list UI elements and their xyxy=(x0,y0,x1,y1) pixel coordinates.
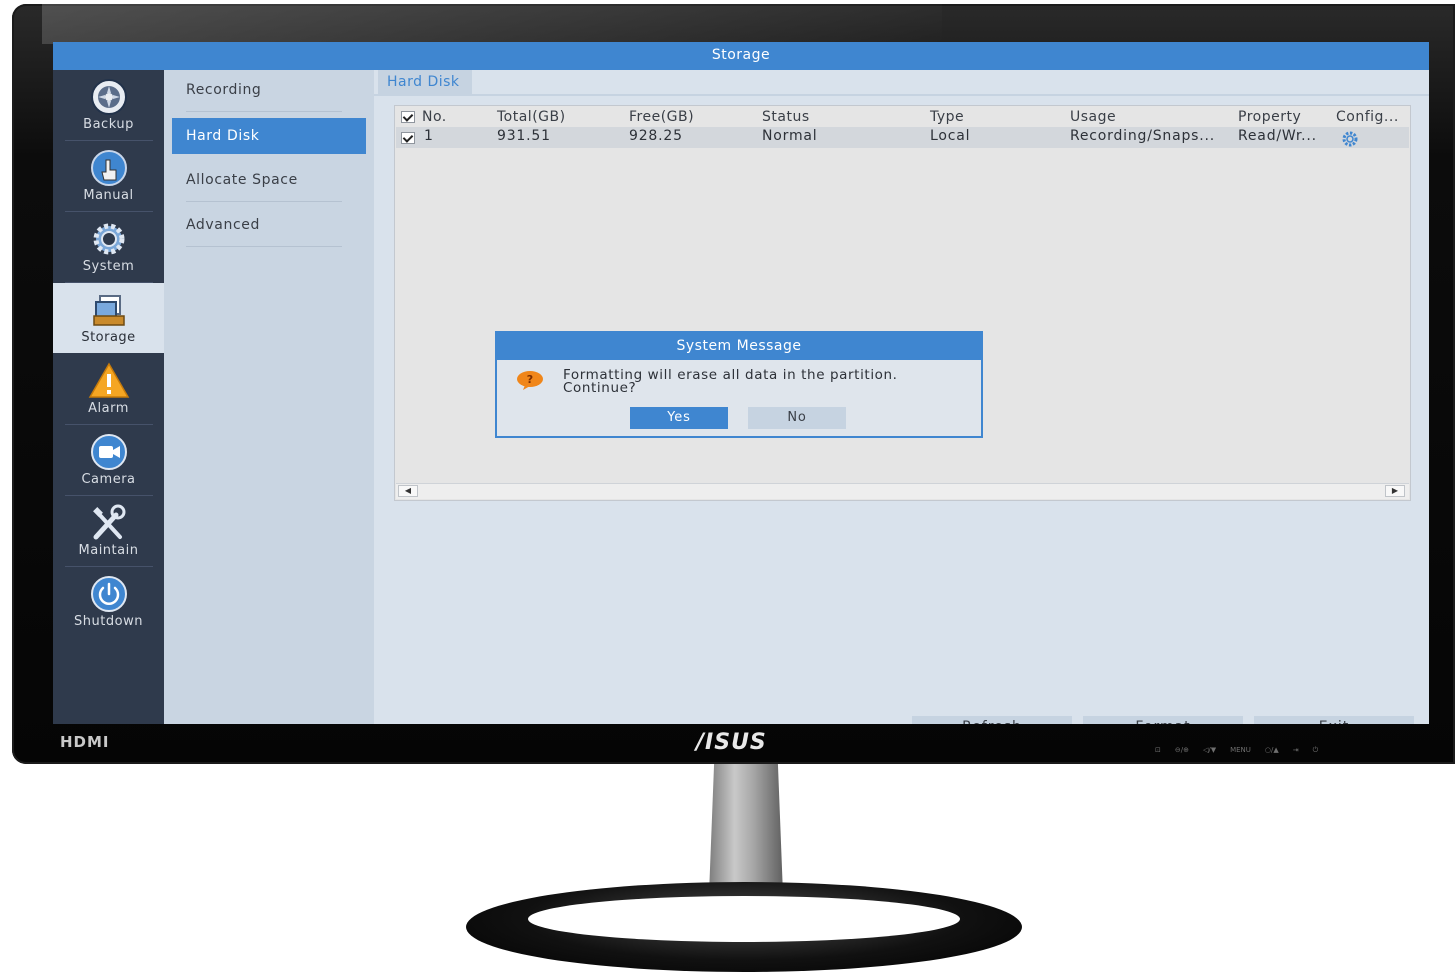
column-header-property[interactable]: Property xyxy=(1238,109,1301,125)
disk-table: No. Total(GB) Free(GB) Status Type Usage… xyxy=(394,105,1411,501)
warning-icon xyxy=(88,362,129,398)
storage-icon xyxy=(92,295,125,326)
scroll-left-button[interactable]: ◀ xyxy=(398,485,418,497)
cell-free: 928.25 xyxy=(629,128,683,144)
cell-status: Normal xyxy=(762,128,818,144)
exit-button[interactable]: Exit xyxy=(1254,716,1414,724)
nav-item-camera[interactable]: Camera xyxy=(53,425,164,495)
backup-icon xyxy=(90,79,127,115)
hdmi-logo: HDMI xyxy=(60,733,110,751)
tools-icon xyxy=(92,504,125,540)
select-all-checkbox[interactable] xyxy=(401,111,415,123)
manual-icon xyxy=(90,150,127,186)
nav-item-maintain[interactable]: Maintain xyxy=(53,496,164,566)
refresh-button[interactable]: Refresh xyxy=(912,716,1072,724)
cell-usage: Recording/Snaps... xyxy=(1070,128,1216,144)
nav-item-manual[interactable]: Manual xyxy=(53,141,164,211)
column-header-usage[interactable]: Usage xyxy=(1070,109,1116,125)
yes-button[interactable]: Yes xyxy=(630,407,728,429)
sub-divider xyxy=(186,246,342,247)
sub-nav: Recording Hard Disk Allocate Space Advan… xyxy=(164,70,374,724)
cell-property: Read/Wr... xyxy=(1238,128,1317,144)
monitor-base-hole xyxy=(528,896,960,942)
no-button[interactable]: No xyxy=(748,407,846,429)
svg-text:?: ? xyxy=(527,373,533,386)
column-header-total[interactable]: Total(GB) xyxy=(497,109,566,125)
window-title: Storage xyxy=(53,42,1429,70)
gear-icon xyxy=(93,223,124,255)
dialog-title: System Message xyxy=(497,333,981,360)
scroll-right-button[interactable]: ▶ xyxy=(1385,485,1405,497)
sub-divider xyxy=(186,201,342,202)
column-header-config[interactable]: Config... xyxy=(1336,109,1399,125)
nav-item-storage[interactable]: Storage xyxy=(53,283,164,353)
nav-label: Manual xyxy=(83,188,134,203)
nav-item-system[interactable]: System xyxy=(53,212,164,282)
question-icon: ? xyxy=(517,371,543,390)
format-button[interactable]: Format xyxy=(1083,716,1243,724)
camera-icon xyxy=(90,434,127,470)
dialog-message: Formatting will erase all data in the pa… xyxy=(563,367,898,396)
cell-no: 1 xyxy=(424,128,434,144)
column-header-type[interactable]: Type xyxy=(930,109,964,125)
sub-item-advanced[interactable]: Advanced xyxy=(172,207,366,243)
column-header-no[interactable]: No. xyxy=(422,109,447,125)
nav-item-alarm[interactable]: Alarm xyxy=(53,354,164,424)
nav-label: Camera xyxy=(81,472,136,487)
sub-divider xyxy=(186,111,342,112)
row-checkbox[interactable] xyxy=(401,132,415,144)
monitor-control[interactable]: ○/▲ xyxy=(1265,746,1279,755)
gear-icon[interactable] xyxy=(1341,130,1359,148)
column-header-free[interactable]: Free(GB) xyxy=(629,109,694,125)
column-header-status[interactable]: Status xyxy=(762,109,810,125)
nav-label: Shutdown xyxy=(74,614,143,629)
monitor-control[interactable]: ◁/▼ xyxy=(1203,746,1216,755)
sub-item-allocate-space[interactable]: Allocate Space xyxy=(172,162,366,198)
nav-item-shutdown[interactable]: Shutdown xyxy=(53,567,164,637)
monitor-control[interactable]: ⏻ xyxy=(1313,746,1319,755)
nav-label: Alarm xyxy=(88,401,129,416)
left-nav: Backup Manual System Storage Alarm Camer… xyxy=(53,70,164,724)
nav-label: System xyxy=(82,259,135,274)
nav-item-backup[interactable]: Backup xyxy=(53,70,164,140)
monitor-control[interactable]: ⊡ xyxy=(1155,746,1161,755)
tab-hard-disk[interactable]: Hard Disk xyxy=(378,70,472,95)
sub-item-hard-disk[interactable]: Hard Disk xyxy=(172,118,366,154)
cell-total: 931.51 xyxy=(497,128,551,144)
nav-label: Storage xyxy=(81,330,136,345)
horizontal-scrollbar[interactable]: ◀ ▶ xyxy=(396,483,1409,499)
monitor-control[interactable]: MENU xyxy=(1230,746,1251,755)
nav-label: Backup xyxy=(83,117,134,132)
monitor-control[interactable]: ⊖/⊕ xyxy=(1175,746,1189,755)
tab-underline xyxy=(374,94,1429,96)
monitor-control[interactable]: ⇥ xyxy=(1293,746,1299,755)
system-message-dialog: System Message ? Formatting will erase a… xyxy=(495,331,983,438)
nav-label: Maintain xyxy=(78,543,139,558)
cell-type: Local xyxy=(930,128,971,144)
power-icon xyxy=(90,576,127,612)
monitor-controls: ⊡ ⊖/⊕ ◁/▼ MENU ○/▲ ⇥ ⏻ xyxy=(1155,746,1318,755)
brand-logo: /ISUS xyxy=(696,730,767,755)
screen: Storage Backup Manual System Storage Ala… xyxy=(53,42,1429,724)
sub-item-recording[interactable]: Recording xyxy=(172,72,366,108)
